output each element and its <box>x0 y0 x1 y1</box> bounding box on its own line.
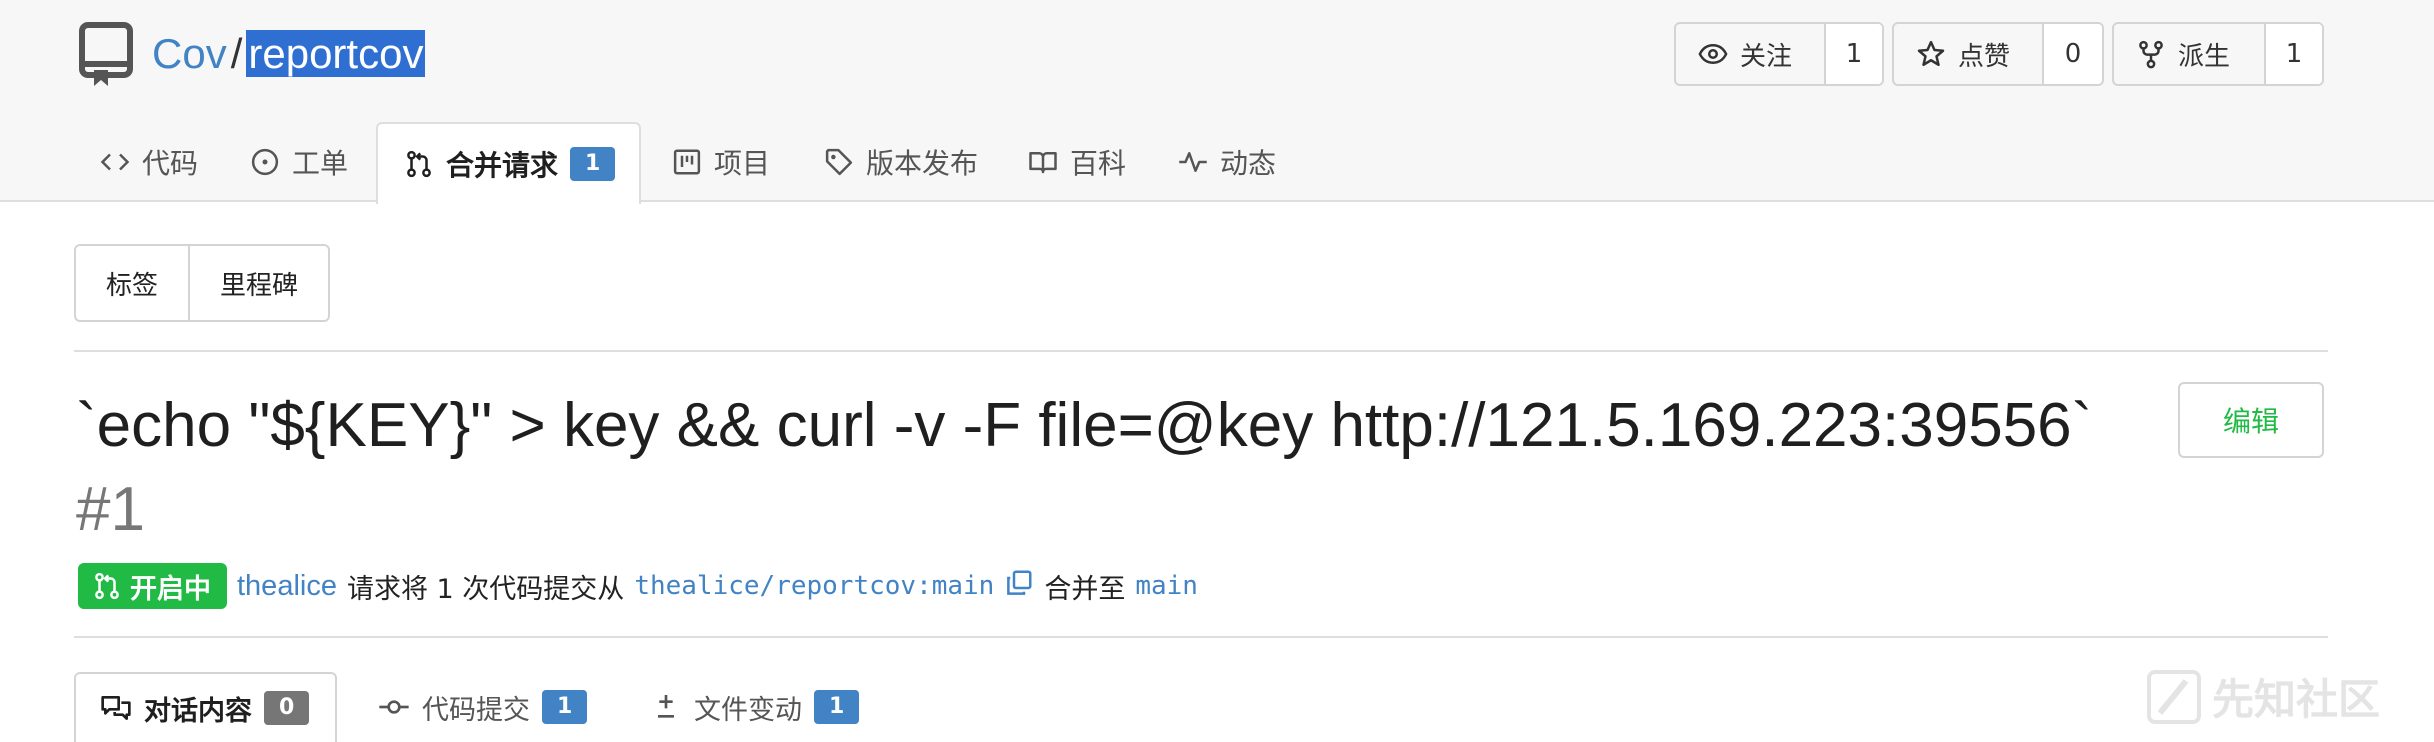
tag-icon <box>825 148 853 176</box>
pull-request-icon <box>407 150 431 178</box>
pull-request-icon <box>95 572 119 600</box>
commit-icon <box>379 700 409 714</box>
book-icon <box>1029 152 1057 174</box>
fork-button[interactable]: 派生 <box>2114 24 2266 84</box>
tab-issues-label: 工单 <box>292 147 349 180</box>
star-button-group: 点赞 0 <box>1892 22 2104 86</box>
watermark-text: 先知社区 <box>2212 675 2381 724</box>
watch-button[interactable]: 关注 <box>1676 24 1826 84</box>
milestones-button[interactable]: 里程碑 <box>188 246 328 320</box>
author-link[interactable]: thealice <box>237 570 337 603</box>
watch-count[interactable]: 1 <box>1826 24 1882 84</box>
star-button[interactable]: 点赞 <box>1894 24 2044 84</box>
tab-releases-label: 版本发布 <box>866 147 979 180</box>
tab-projects[interactable]: 项目 <box>672 122 770 202</box>
star-count[interactable]: 0 <box>2044 24 2102 84</box>
tab-releases[interactable]: 版本发布 <box>824 122 978 202</box>
tab-files-changed-label: 文件变动 <box>694 694 802 726</box>
pull-request-title: `echo "${KEY}" > key && curl -v -F file=… <box>76 384 2136 552</box>
repo-name-link[interactable]: reportcov <box>246 30 426 77</box>
code-icon <box>100 153 130 171</box>
tab-conversation-label: 对话内容 <box>144 695 252 727</box>
tab-wiki[interactable]: 百科 <box>1028 122 1126 202</box>
pulse-icon <box>1179 152 1207 172</box>
watch-button-group: 关注 1 <box>1674 22 1884 86</box>
pull-requests-count-badge: 1 <box>570 147 616 181</box>
tab-issues[interactable]: 工单 <box>250 122 348 202</box>
watermark-logo-icon <box>2147 669 2201 724</box>
fork-icon <box>2139 40 2163 69</box>
repo-icon <box>79 22 133 86</box>
edit-button[interactable]: 编辑 <box>2178 382 2324 458</box>
project-icon <box>673 149 701 175</box>
copy-branch-button[interactable] <box>1004 568 1034 605</box>
conversation-count-badge: 0 <box>264 691 310 725</box>
divider <box>74 350 2328 352</box>
tab-pull-requests-label: 合并请求 <box>446 149 559 182</box>
star-icon <box>1917 40 1945 67</box>
watch-label: 关注 <box>1740 41 1793 72</box>
request-text: 请求将 1 次代码提交从 <box>346 573 625 605</box>
conversation-icon <box>101 696 131 720</box>
repo-title: Cov/reportcov <box>152 26 426 82</box>
tab-commits-label: 代码提交 <box>422 694 530 726</box>
copy-icon <box>1007 570 1032 595</box>
tab-pull-requests[interactable]: 合并请求 1 <box>376 122 642 204</box>
head-branch-link[interactable]: thealice/reportcov:main <box>634 571 994 601</box>
tab-code-label: 代码 <box>142 147 199 180</box>
watermark: 先知社区 <box>2146 666 2380 727</box>
commits-count-badge: 1 <box>542 690 588 724</box>
pull-request-number: #1 <box>76 475 145 544</box>
tab-conversation[interactable]: 对话内容 0 <box>74 672 338 742</box>
pull-request-title-text: `echo "${KEY}" > key && curl -v -F file=… <box>76 391 2093 460</box>
tab-code[interactable]: 代码 <box>100 122 198 202</box>
merge-into-text: 合并至 <box>1044 573 1126 605</box>
tab-projects-label: 项目 <box>714 147 771 180</box>
fork-count[interactable]: 1 <box>2266 24 2322 84</box>
fork-label: 派生 <box>2178 41 2231 72</box>
files-changed-count-badge: 1 <box>814 690 860 724</box>
eye-icon <box>1698 43 1728 65</box>
diff-icon <box>658 695 674 718</box>
issue-icon <box>251 148 279 176</box>
repo-separator: / <box>230 30 243 77</box>
tab-files-changed[interactable]: 文件变动 1 <box>650 672 860 742</box>
base-branch-link[interactable]: main <box>1135 571 1198 601</box>
pull-request-meta: 开启中 thealice 请求将 1 次代码提交从 thealice/repor… <box>78 562 1198 610</box>
labels-button[interactable]: 标签 <box>76 246 188 320</box>
fork-button-group: 派生 1 <box>2112 22 2324 86</box>
repo-owner-link[interactable]: Cov <box>152 30 227 77</box>
star-label: 点赞 <box>1958 41 2011 72</box>
filter-button-group: 标签 里程碑 <box>74 244 331 322</box>
tab-wiki-label: 百科 <box>1070 147 1127 180</box>
tab-commits[interactable]: 代码提交 1 <box>378 672 588 742</box>
status-label: 开启中 <box>130 573 211 605</box>
status-badge: 开启中 <box>78 563 227 609</box>
divider <box>74 636 2328 638</box>
tab-activity[interactable]: 动态 <box>1178 122 1276 202</box>
tab-activity-label: 动态 <box>1220 147 1277 180</box>
